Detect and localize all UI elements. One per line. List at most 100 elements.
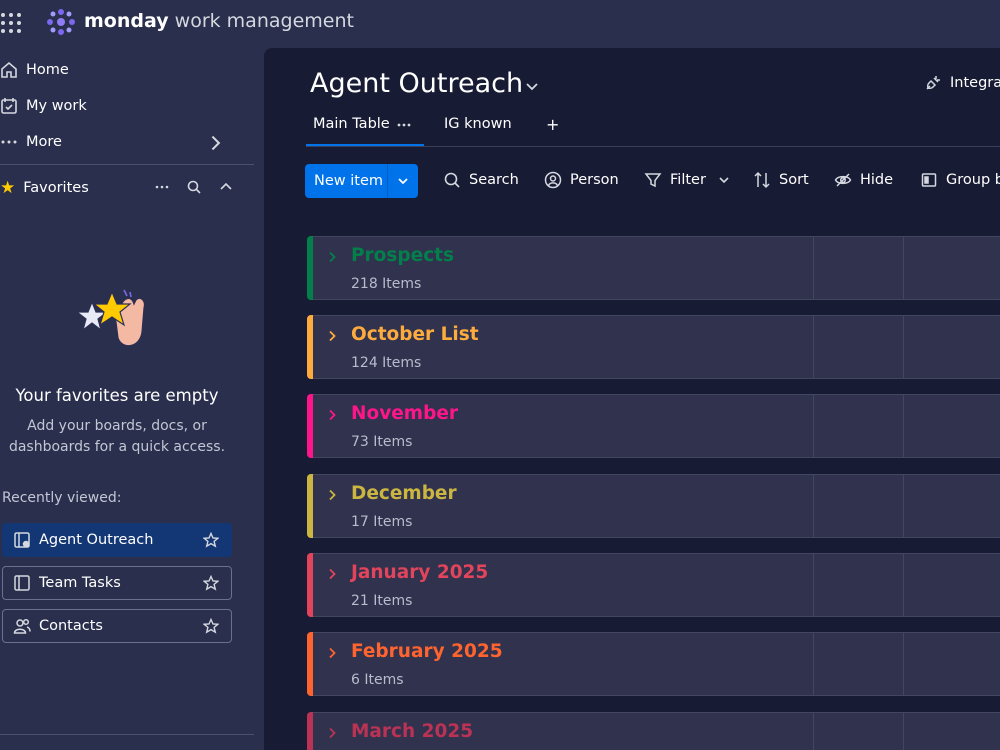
recent-item-contacts[interactable]: Contacts bbox=[2, 609, 232, 643]
sidebar: Home My work More ★ Favorites Your favor… bbox=[0, 48, 254, 750]
column-divider bbox=[903, 633, 904, 695]
filter-button[interactable]: Filter bbox=[644, 171, 730, 189]
hide-button[interactable]: Hide bbox=[834, 171, 893, 189]
recent-item-team-tasks[interactable]: Team Tasks bbox=[2, 566, 232, 600]
recent-item-agent-outreach[interactable]: Agent Outreach bbox=[2, 523, 232, 557]
board-icon bbox=[14, 575, 30, 591]
column-divider bbox=[813, 316, 814, 378]
search-button[interactable]: Search bbox=[443, 171, 519, 189]
recent-item-label: Agent Outreach bbox=[39, 532, 154, 548]
recent-item-label: Team Tasks bbox=[39, 575, 121, 591]
recent-item-label: Contacts bbox=[39, 618, 103, 634]
group-color-bar bbox=[307, 236, 313, 300]
group-title[interactable]: March 2025 bbox=[351, 721, 473, 742]
more-dots-icon[interactable] bbox=[154, 179, 170, 195]
group-by-label: Group b bbox=[946, 172, 1000, 188]
group-by-icon bbox=[921, 173, 937, 187]
star-outline-icon[interactable] bbox=[203, 532, 219, 548]
chevron-down-icon[interactable] bbox=[524, 78, 540, 94]
star-outline-icon[interactable] bbox=[203, 618, 219, 634]
chevron-right-icon[interactable] bbox=[326, 647, 338, 659]
chevron-up-icon[interactable] bbox=[218, 179, 234, 195]
column-divider bbox=[903, 316, 904, 378]
add-view-label: + bbox=[546, 115, 560, 134]
sort-label: Sort bbox=[779, 172, 809, 188]
group-title[interactable]: Prospects bbox=[351, 245, 454, 266]
chevron-right-icon[interactable] bbox=[326, 568, 338, 580]
group-row[interactable]: Prospects 218 Items bbox=[307, 236, 1000, 300]
group-item-count: 124 Items bbox=[351, 355, 422, 371]
chevron-right-icon[interactable] bbox=[326, 409, 338, 421]
favorites-empty-illustration bbox=[75, 289, 145, 347]
sidebar-item-home[interactable]: Home bbox=[0, 55, 240, 85]
search-icon[interactable] bbox=[186, 179, 202, 195]
tab-more-icon[interactable] bbox=[397, 122, 411, 128]
integrate-button[interactable]: Integrat bbox=[924, 74, 1000, 92]
sidebar-item-more[interactable]: More bbox=[0, 127, 240, 157]
calendar-check-icon bbox=[1, 98, 17, 114]
hide-label: Hide bbox=[860, 172, 894, 188]
column-divider bbox=[813, 475, 814, 537]
monday-logo-icon[interactable] bbox=[46, 8, 76, 36]
brand-name[interactable]: monday work management bbox=[84, 10, 354, 32]
group-row[interactable]: November 73 Items bbox=[307, 394, 1000, 458]
tab-main-table[interactable]: Main Table bbox=[313, 116, 390, 132]
tab-ig-known[interactable]: IG known bbox=[444, 116, 512, 132]
group-by-button[interactable]: Group b bbox=[920, 171, 1000, 189]
group-title[interactable]: October List bbox=[351, 324, 479, 345]
column-divider bbox=[813, 554, 814, 616]
sidebar-divider bbox=[0, 164, 254, 165]
group-title[interactable]: January 2025 bbox=[351, 562, 488, 583]
favorites-header[interactable]: ★ Favorites bbox=[0, 176, 254, 200]
board-panel: Agent Outreach Integrat Main Table IG kn… bbox=[264, 48, 1000, 750]
recently-viewed-label: Recently viewed: bbox=[2, 490, 122, 506]
sort-button[interactable]: Sort bbox=[753, 171, 809, 189]
group-row[interactable]: March 2025 bbox=[307, 712, 1000, 750]
column-divider bbox=[813, 633, 814, 695]
group-row[interactable]: February 2025 6 Items bbox=[307, 632, 1000, 696]
board-title[interactable]: Agent Outreach bbox=[310, 68, 523, 99]
new-item-dropdown[interactable] bbox=[388, 175, 418, 187]
home-icon bbox=[1, 61, 17, 78]
filter-label: Filter bbox=[670, 172, 706, 188]
chevron-down-icon[interactable] bbox=[718, 174, 730, 186]
tab-label: IG known bbox=[444, 116, 512, 132]
star-outline-icon[interactable] bbox=[203, 575, 219, 591]
group-item-count: 73 Items bbox=[351, 434, 413, 450]
chevron-right-icon[interactable] bbox=[326, 489, 338, 501]
sidebar-item-my-work[interactable]: My work bbox=[0, 91, 240, 121]
search-icon bbox=[444, 172, 460, 188]
favorites-empty-subtitle: Add your boards, docs, or dashboards for… bbox=[8, 418, 226, 455]
sidebar-item-label: Home bbox=[26, 62, 69, 78]
favorites-empty-title: Your favorites are empty bbox=[15, 386, 219, 405]
group-color-bar bbox=[307, 394, 313, 458]
group-color-bar bbox=[307, 553, 313, 617]
column-divider bbox=[903, 713, 904, 750]
more-dots-icon bbox=[1, 140, 17, 144]
group-row[interactable]: October List 124 Items bbox=[307, 315, 1000, 379]
sidebar-bottom-divider bbox=[0, 734, 254, 735]
chevron-right-icon[interactable] bbox=[326, 727, 338, 739]
new-item-button[interactable]: New item bbox=[305, 164, 418, 198]
eye-slash-icon bbox=[834, 173, 852, 187]
search-label: Search bbox=[469, 172, 519, 188]
person-filter-button[interactable]: Person bbox=[544, 171, 619, 189]
plug-icon bbox=[926, 76, 940, 90]
group-row[interactable]: December 17 Items bbox=[307, 474, 1000, 538]
new-item-label: New item bbox=[314, 173, 383, 189]
sidebar-item-label: More bbox=[26, 134, 62, 150]
app-grid-icon[interactable] bbox=[0, 10, 22, 34]
sort-icon bbox=[754, 171, 770, 189]
integrate-label: Integrat bbox=[950, 75, 1000, 91]
group-title[interactable]: December bbox=[351, 483, 457, 504]
filter-icon bbox=[644, 173, 662, 188]
star-filled-icon: ★ bbox=[0, 178, 16, 198]
chevron-down-icon bbox=[398, 178, 408, 185]
add-view-button[interactable]: + bbox=[546, 115, 559, 134]
group-row[interactable]: January 2025 21 Items bbox=[307, 553, 1000, 617]
chevron-right-icon[interactable] bbox=[326, 330, 338, 342]
group-title[interactable]: November bbox=[351, 403, 458, 424]
chevron-right-icon[interactable] bbox=[326, 251, 338, 263]
favorites-label: Favorites bbox=[23, 180, 89, 196]
group-title[interactable]: February 2025 bbox=[351, 641, 503, 662]
